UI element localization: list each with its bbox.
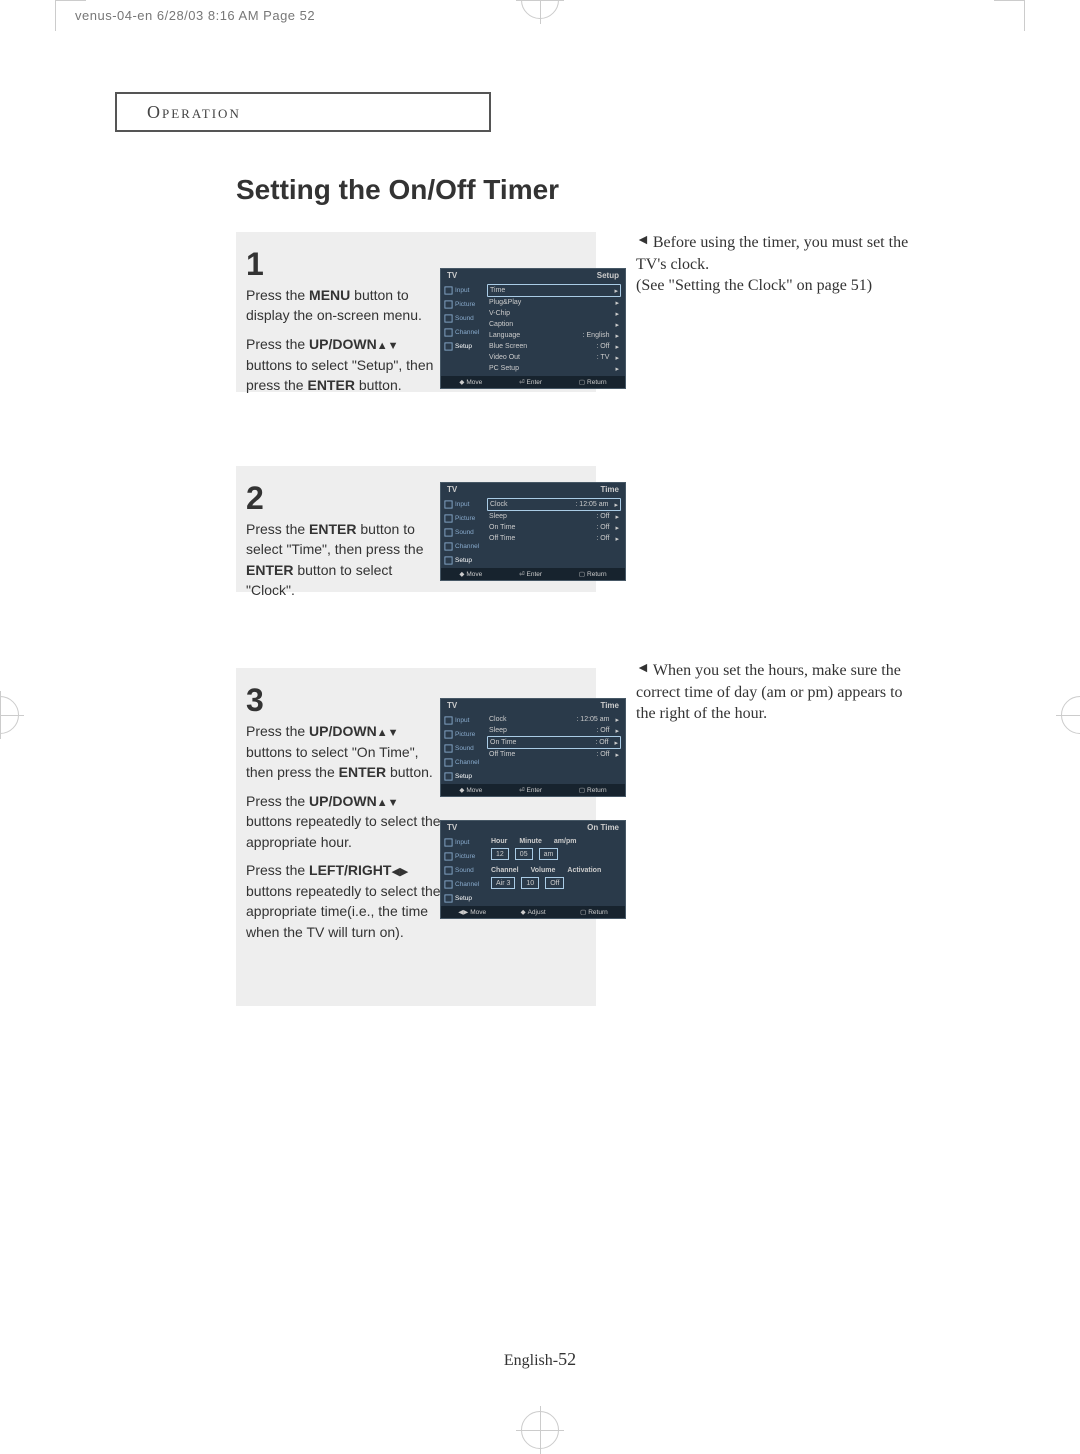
osd-sidebar-item: Channel — [443, 540, 483, 552]
osd-title-right: Time — [600, 701, 619, 710]
osd-main: Time▸Plug&Play▸V-Chip▸Caption▸Language: … — [485, 282, 625, 376]
page-title: Setting the On/Off Timer — [236, 174, 559, 206]
osd-sidebar-item: Setup — [443, 770, 483, 782]
osd-sidebar: Input Picture Sound Channel Setup — [441, 496, 485, 568]
osd-setup-menu: TV Setup Input Picture Sound Channel Setup T… — [440, 268, 626, 389]
crop-mark — [994, 0, 1025, 31]
osd-main: Hour Minute am/pm 12 05 am Channel Volum… — [485, 834, 625, 906]
osd-sidebar-item: Sound — [443, 312, 483, 324]
osd-title-right: On Time — [587, 823, 619, 832]
note-text: (See "Setting the Clock" on page 51) — [636, 277, 872, 294]
osd-row: Off Time: Off▸ — [487, 533, 621, 544]
osd-title-right: Time — [600, 485, 619, 494]
note-step1: ◄ Before using the timer, you must set t… — [636, 232, 914, 297]
osd-row: Plug&Play▸ — [487, 297, 621, 308]
osd-sidebar-item: Sound — [443, 742, 483, 754]
osd-footer: ◆ Move ⏎ Enter ▢ Return — [441, 568, 625, 580]
osd-sidebar-item: Picture — [443, 298, 483, 310]
osd-main: Clock: 12:05 am▸Sleep: Off▸On Time: Off▸… — [485, 496, 625, 568]
osd-sidebar-item: Channel — [443, 756, 483, 768]
osd-label: Hour — [491, 838, 507, 845]
osd-sidebar-item: Picture — [443, 728, 483, 740]
registration-mark — [1061, 696, 1080, 734]
osd-footer: ◀▶ Move ◆ Adjust ▢ Return — [441, 906, 625, 918]
osd-value: 12 — [491, 848, 509, 860]
osd-label: am/pm — [554, 838, 577, 845]
osd-sidebar-item: Channel — [443, 878, 483, 890]
osd-row: Clock: 12:05 am▸ — [487, 498, 621, 511]
osd-sidebar: Input Picture Sound Channel Setup — [441, 712, 485, 784]
osd-value: am — [539, 848, 559, 860]
osd-title-left: TV — [447, 485, 457, 494]
osd-sidebar-item: Input — [443, 498, 483, 510]
osd-sidebar: Input Picture Sound Channel Setup — [441, 282, 485, 376]
osd-row: Caption▸ — [487, 319, 621, 330]
step-text: Press the UP/DOWN▲▼ buttons to select "O… — [246, 721, 446, 942]
registration-mark — [521, 1411, 559, 1449]
osd-sidebar-item: Sound — [443, 526, 483, 538]
osd-label: Volume — [531, 867, 556, 874]
osd-sidebar: Input Picture Sound Channel Setup — [441, 834, 485, 906]
osd-title-left: TV — [447, 271, 457, 280]
osd-row: Language: English▸ — [487, 330, 621, 341]
osd-time-menu-ontime: TV Time Input Picture Sound Channel Setup Cl… — [440, 698, 626, 797]
osd-row: On Time: Off▸ — [487, 736, 621, 749]
osd-label: Channel — [491, 867, 519, 874]
osd-time-menu: TV Time Input Picture Sound Channel Setup Cl… — [440, 482, 626, 581]
note-text: Before using the timer, you must set the… — [636, 234, 908, 273]
osd-title-left: TV — [447, 823, 457, 832]
step-text: Press the ENTER button to select "Time",… — [246, 519, 436, 600]
osd-row: Blue Screen: Off▸ — [487, 341, 621, 352]
osd-row: PC Setup▸ — [487, 363, 621, 374]
osd-sidebar-item: Picture — [443, 850, 483, 862]
osd-value: Air 3 — [491, 877, 515, 889]
osd-sidebar-item: Setup — [443, 554, 483, 566]
osd-value: 10 — [521, 877, 539, 889]
osd-row: On Time: Off▸ — [487, 522, 621, 533]
osd-sidebar-item: Input — [443, 714, 483, 726]
osd-row: Off Time: Off▸ — [487, 749, 621, 760]
osd-sidebar-item: Input — [443, 836, 483, 848]
step-text: Press the MENU button to display the on-… — [246, 285, 436, 395]
osd-sidebar-item: Channel — [443, 326, 483, 338]
note-step3: ◄ When you set the hours, make sure the … — [636, 660, 914, 725]
osd-label: Activation — [567, 867, 601, 874]
osd-sidebar-item: Picture — [443, 512, 483, 524]
osd-row: Time▸ — [487, 284, 621, 297]
osd-footer: ◆ Move ⏎ Enter ▢ Return — [441, 376, 625, 388]
osd-sidebar-item: Setup — [443, 892, 483, 904]
osd-row: Sleep: Off▸ — [487, 511, 621, 522]
osd-value: Off — [545, 877, 564, 889]
osd-sidebar-item: Input — [443, 284, 483, 296]
section-box: Operation — [115, 92, 491, 132]
caret-left-icon: ◄ — [636, 232, 650, 251]
registration-mark — [0, 696, 19, 734]
page-number: English-52 — [504, 1349, 576, 1370]
registration-mark — [521, 0, 559, 19]
osd-label: Minute — [519, 838, 542, 845]
osd-footer: ◆ Move ⏎ Enter ▢ Return — [441, 784, 625, 796]
osd-row: V-Chip▸ — [487, 308, 621, 319]
osd-row: Clock: 12:05 am▸ — [487, 714, 621, 725]
section-label: Operation — [147, 102, 241, 123]
osd-sidebar-item: Setup — [443, 340, 483, 352]
note-text: When you set the hours, make sure the co… — [636, 662, 903, 722]
osd-main: Clock: 12:05 am▸Sleep: Off▸On Time: Off▸… — [485, 712, 625, 784]
caret-left-icon: ◄ — [636, 660, 650, 679]
osd-row: Video Out: TV▸ — [487, 352, 621, 363]
osd-ontime-detail: TV On Time Input Picture Sound Channel Setup… — [440, 820, 626, 919]
osd-title-left: TV — [447, 701, 457, 710]
osd-value: 05 — [515, 848, 533, 860]
osd-title-right: Setup — [597, 271, 619, 280]
page-slug: venus-04-en 6/28/03 8:16 AM Page 52 — [75, 8, 315, 23]
osd-row: Sleep: Off▸ — [487, 725, 621, 736]
osd-sidebar-item: Sound — [443, 864, 483, 876]
